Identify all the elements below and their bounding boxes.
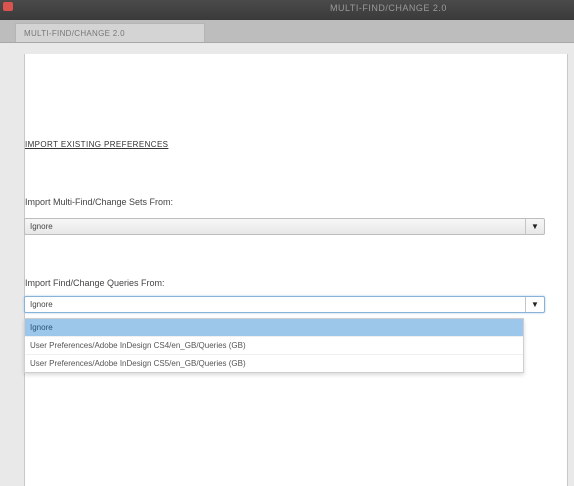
sets-select[interactable]: Ignore ▼ <box>24 218 545 235</box>
queries-select[interactable]: Ignore ▼ <box>24 296 545 313</box>
queries-dropdown-list: Ignore User Preferences/Adobe InDesign C… <box>24 318 524 373</box>
dropdown-option[interactable]: User Preferences/Adobe InDesign CS5/en_G… <box>25 354 523 372</box>
close-window-icon[interactable] <box>3 2 13 11</box>
tab-bar: MULTI-FIND/CHANGE 2.0 <box>0 20 574 43</box>
preferences-panel <box>24 54 568 486</box>
chevron-down-icon[interactable]: ▼ <box>525 297 544 312</box>
chevron-down-icon[interactable]: ▼ <box>525 219 544 234</box>
dropdown-option[interactable]: Ignore <box>25 319 523 336</box>
section-heading: IMPORT EXISTING PREFERENCES <box>25 140 169 149</box>
tab-multi-find-change[interactable]: MULTI-FIND/CHANGE 2.0 <box>15 23 205 42</box>
sets-label: Import Multi-Find/Change Sets From: <box>25 197 174 207</box>
sets-select-value: Ignore <box>30 222 53 231</box>
dropdown-option[interactable]: User Preferences/Adobe InDesign CS4/en_G… <box>25 336 523 354</box>
queries-label: Import Find/Change Queries From: <box>25 278 165 288</box>
window-title: MULTI-FIND/CHANGE 2.0 <box>330 3 447 13</box>
queries-select-value: Ignore <box>30 300 53 309</box>
window-titlebar: MULTI-FIND/CHANGE 2.0 <box>0 0 574 20</box>
